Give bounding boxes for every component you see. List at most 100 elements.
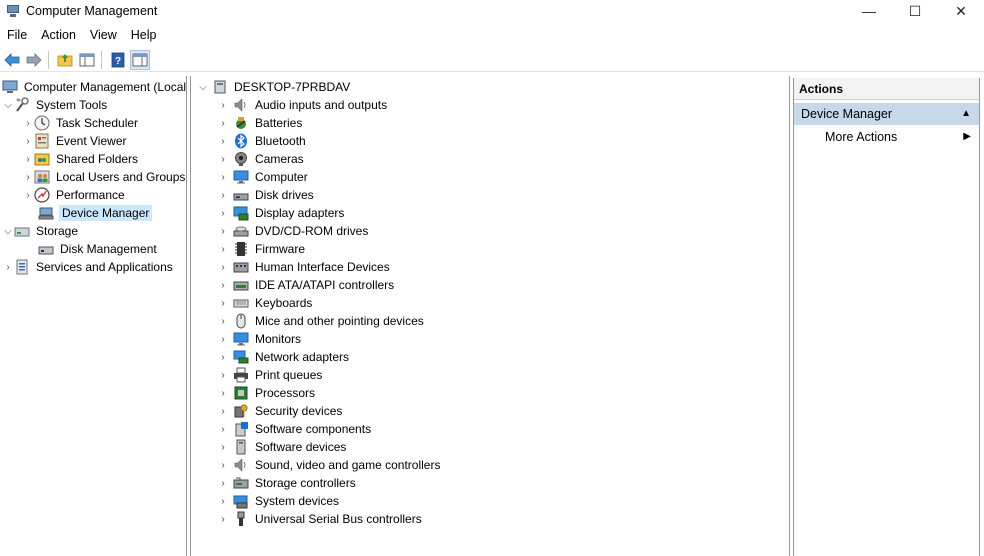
device-category-label: Universal Serial Bus controllers [255, 512, 422, 526]
device-category-row[interactable]: › Network adapters [217, 348, 350, 366]
device-category-row[interactable]: › Bluetooth [217, 132, 307, 150]
toolbar-separator [48, 50, 49, 69]
chevron-right-icon[interactable]: › [217, 348, 229, 366]
back-icon[interactable] [2, 50, 22, 70]
chevron-right-icon[interactable]: › [217, 438, 229, 456]
chevron-right-icon[interactable]: › [22, 168, 34, 186]
chevron-right-icon[interactable]: › [217, 330, 229, 348]
device-category-row[interactable]: › Disk drives [217, 186, 315, 204]
chevron-right-icon[interactable]: › [217, 258, 229, 276]
device-category-row[interactable]: › Audio inputs and outputs [217, 96, 388, 114]
menu-help[interactable]: Help [124, 28, 164, 42]
device-category-row[interactable]: › Mice and other pointing devices [217, 312, 425, 330]
collapse-triangle-icon[interactable]: ▲ [961, 103, 971, 125]
chevron-right-icon[interactable]: › [217, 366, 229, 384]
up-folder-icon[interactable] [55, 50, 75, 70]
device-category-row[interactable]: › Storage controllers [217, 474, 357, 492]
chevron-right-icon[interactable]: › [217, 132, 229, 150]
show-hide-tree-icon[interactable] [77, 50, 97, 70]
close-button[interactable]: ✕ [938, 0, 984, 22]
chevron-right-icon[interactable]: › [217, 492, 229, 510]
chevron-right-icon[interactable]: › [22, 186, 34, 204]
chevron-right-icon[interactable]: › [217, 456, 229, 474]
actions-section-device-manager[interactable]: Device Manager ▲ [794, 103, 979, 125]
actions-header: Actions [794, 78, 979, 100]
chevron-right-icon[interactable]: › [217, 510, 229, 528]
users-icon [34, 169, 50, 185]
device-category-row[interactable]: › Cameras [217, 150, 305, 168]
chevron-right-icon[interactable]: › [217, 294, 229, 312]
device-category-row[interactable]: › DVD/CD-ROM drives [217, 222, 369, 240]
tree-item-task-scheduler[interactable]: › Task Scheduler [22, 114, 139, 132]
tree-item-shared-folders[interactable]: › Shared Folders [22, 150, 139, 168]
chevron-down-icon[interactable]: ⌵ [2, 222, 14, 240]
submenu-arrow-icon[interactable]: ▶ [963, 127, 971, 147]
maximize-button[interactable]: ☐ [892, 0, 938, 22]
device-category-row[interactable]: › Display adapters [217, 204, 345, 222]
tree-item-local-users-groups[interactable]: › Local Users and Groups [22, 168, 186, 186]
disk-management-icon [38, 241, 54, 257]
device-category-label: Bluetooth [255, 134, 306, 148]
device-category-row[interactable]: › IDE ATA/ATAPI controllers [217, 276, 395, 294]
more-actions-item[interactable]: More Actions [825, 127, 897, 147]
device-category-row[interactable]: › Universal Serial Bus controllers [217, 510, 423, 528]
menu-view[interactable]: View [83, 28, 124, 42]
chevron-right-icon[interactable]: › [217, 240, 229, 258]
security-device-icon [233, 403, 249, 419]
tree-item-event-viewer[interactable]: › Event Viewer [22, 132, 127, 150]
device-category-row[interactable]: › Sound, video and game controllers [217, 456, 441, 474]
device-category-row[interactable]: › Processors [217, 384, 316, 402]
device-category-row[interactable]: › Human Interface Devices [217, 258, 391, 276]
tree-item-disk-management[interactable]: Disk Management [34, 240, 158, 258]
menu-action[interactable]: Action [34, 28, 83, 42]
chevron-right-icon[interactable]: › [217, 168, 229, 186]
chevron-right-icon[interactable]: › [217, 276, 229, 294]
menu-file[interactable]: File [0, 28, 34, 42]
tree-item-services-applications[interactable]: › Services and Applications [2, 258, 174, 276]
device-category-label: IDE ATA/ATAPI controllers [255, 278, 395, 292]
chevron-right-icon[interactable]: › [22, 132, 34, 150]
tree-item-system-tools[interactable]: ⌵ System Tools [2, 96, 108, 114]
device-category-row[interactable]: › Keyboards [217, 294, 313, 312]
device-category-row[interactable]: › Print queues [217, 366, 323, 384]
usb-icon [233, 511, 249, 527]
device-category-row[interactable]: › Monitors [217, 330, 302, 348]
chevron-right-icon[interactable]: › [217, 222, 229, 240]
chevron-right-icon[interactable]: › [217, 186, 229, 204]
chevron-right-icon[interactable]: › [217, 150, 229, 168]
clock-icon [34, 115, 50, 131]
chevron-down-icon[interactable]: ⌵ [2, 96, 14, 114]
chevron-right-icon[interactable]: › [217, 474, 229, 492]
device-category-label: Processors [255, 386, 316, 400]
device-category-label: Firmware [255, 242, 305, 256]
chevron-right-icon[interactable]: › [22, 114, 34, 132]
chevron-down-icon[interactable]: ⌵ [197, 78, 209, 96]
chevron-right-icon[interactable]: › [217, 384, 229, 402]
minimize-button[interactable]: — [846, 0, 892, 22]
tree-item-storage[interactable]: ⌵ Storage [2, 222, 79, 240]
chevron-right-icon[interactable]: › [217, 312, 229, 330]
device-category-label: Display adapters [255, 206, 345, 220]
device-category-row[interactable]: › Computer [217, 168, 309, 186]
chevron-right-icon[interactable]: › [217, 204, 229, 222]
device-category-row[interactable]: › Batteries [217, 114, 303, 132]
show-hide-action-pane-icon[interactable] [130, 49, 150, 70]
device-category-row[interactable]: › System devices [217, 492, 340, 510]
chevron-right-icon[interactable]: › [217, 402, 229, 420]
device-category-row[interactable]: › Security devices [217, 402, 343, 420]
tree-item-root[interactable]: Computer Management (Local [2, 78, 186, 96]
forward-icon[interactable] [24, 50, 44, 70]
device-category-row[interactable]: › Firmware [217, 240, 306, 258]
tree-item-performance[interactable]: › Performance [22, 186, 126, 204]
chevron-right-icon[interactable]: › [217, 96, 229, 114]
chevron-right-icon[interactable]: › [22, 150, 34, 168]
device-category-row[interactable]: › Software devices [217, 438, 347, 456]
help-icon[interactable]: ? [108, 50, 128, 70]
chevron-right-icon[interactable]: › [217, 420, 229, 438]
device-category-row[interactable]: › Software components [217, 420, 372, 438]
device-tree-root[interactable]: ⌵ DESKTOP-7PRBDAV [197, 78, 351, 96]
tree-label: Device Manager [59, 205, 153, 221]
chevron-right-icon[interactable]: › [217, 114, 229, 132]
tree-item-device-manager[interactable]: Device Manager [34, 204, 153, 222]
chevron-right-icon[interactable]: › [2, 258, 14, 276]
